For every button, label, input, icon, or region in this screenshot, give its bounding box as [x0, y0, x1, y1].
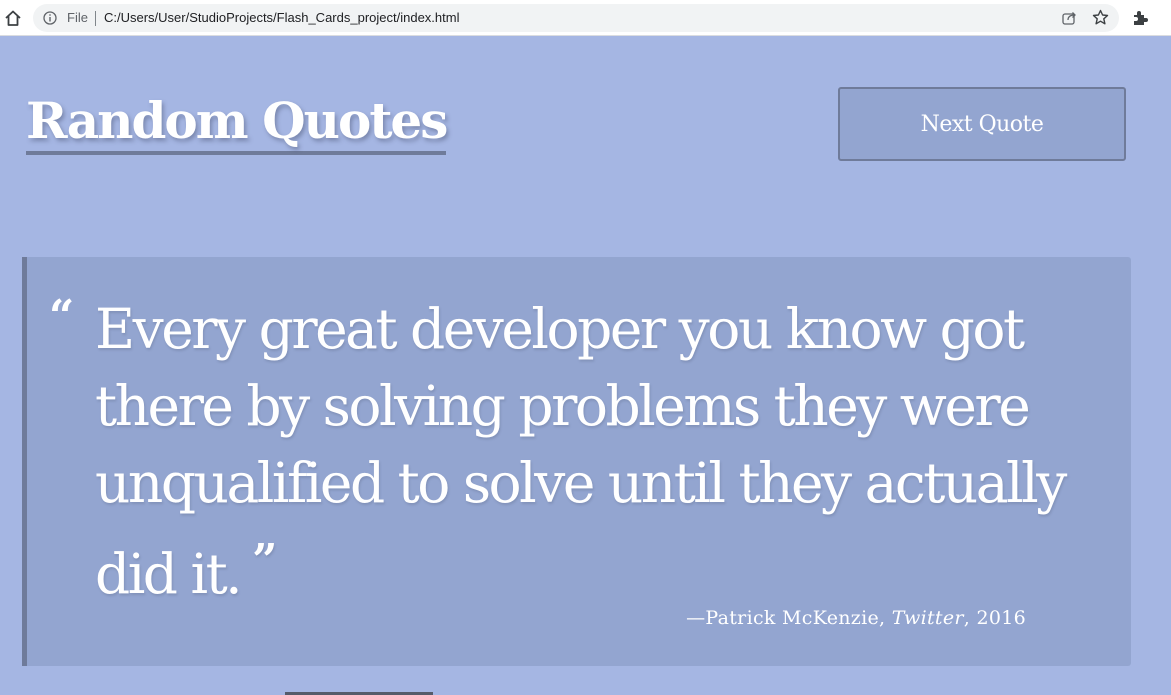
- citation-source: Twitter: [891, 607, 964, 629]
- open-quote-mark: “: [49, 291, 75, 342]
- citation-author: —Patrick McKenzie,: [686, 607, 892, 629]
- extensions-icon[interactable]: [1131, 9, 1149, 27]
- info-icon[interactable]: [43, 11, 57, 25]
- omnibox-divider: [95, 11, 96, 26]
- page-title: Random Quotes: [26, 96, 448, 155]
- address-bar[interactable]: File C:/Users/User/StudioProjects/Flash_…: [33, 4, 1119, 32]
- home-icon[interactable]: [4, 9, 22, 27]
- quote-text: Every great developer you know got there…: [95, 291, 1125, 613]
- quote-card: “ Every great developer you know got the…: [22, 257, 1131, 666]
- star-icon[interactable]: [1092, 9, 1109, 26]
- quote-body: Every great developer you know got there…: [95, 297, 1067, 606]
- quote-citation: —Patrick McKenzie, Twitter, 2016: [686, 607, 1026, 629]
- share-icon[interactable]: [1061, 10, 1077, 26]
- browser-toolbar: File C:/Users/User/StudioProjects/Flash_…: [0, 0, 1171, 36]
- file-label: File: [67, 10, 88, 25]
- next-quote-button[interactable]: Next Quote: [838, 87, 1126, 161]
- url-text[interactable]: C:/Users/User/StudioProjects/Flash_Cards…: [104, 10, 459, 25]
- close-quote-mark: ”: [252, 535, 278, 586]
- citation-year: , 2016: [963, 607, 1026, 629]
